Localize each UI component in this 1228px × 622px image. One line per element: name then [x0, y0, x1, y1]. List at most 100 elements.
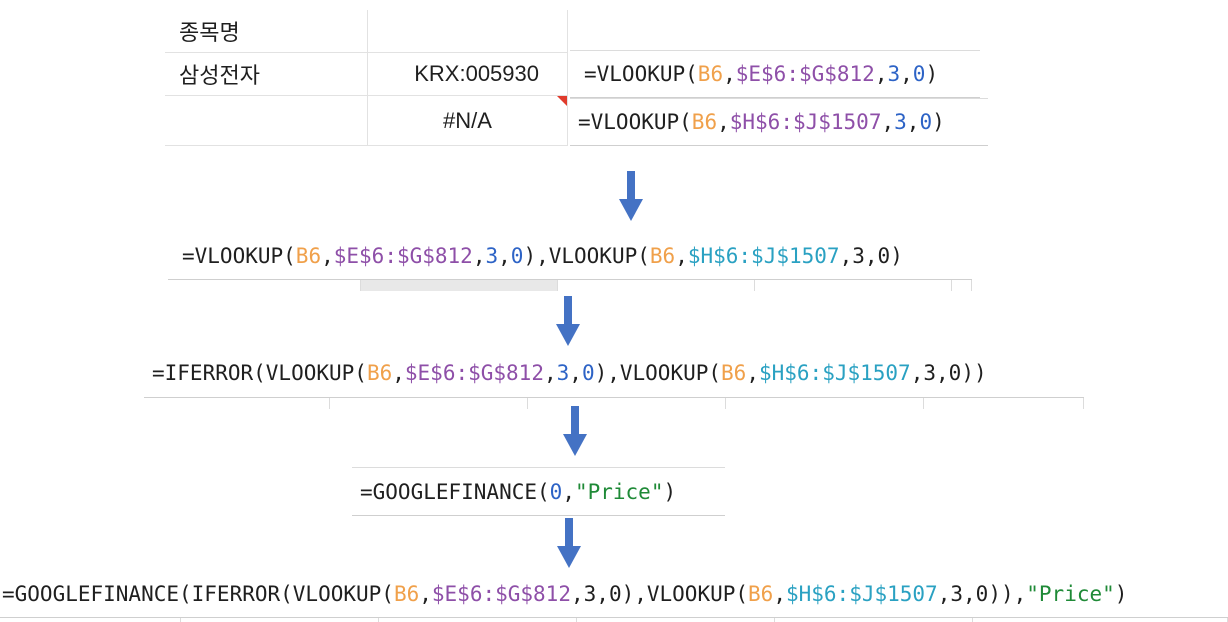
formula-bar-4[interactable]: =IFERROR(VLOOKUP(B6,$E$6:$G$812,3,0),VLO…	[144, 349, 1084, 397]
formula-token: )	[1114, 582, 1128, 606]
formula-token: ,	[596, 582, 609, 606]
arrow-down-icon	[619, 171, 643, 223]
header-cell-stock-name[interactable]: 종목명	[165, 10, 368, 53]
formula-token: ,	[864, 244, 878, 268]
formula-token: B6	[649, 244, 676, 268]
formula-token: $H$6:$J$1507	[758, 361, 911, 385]
formula-bar-1[interactable]: =VLOOKUP(B6,$E$6:$G$812,3,0)	[570, 50, 980, 98]
formula-token: $H$6:$J$1507	[687, 244, 840, 268]
formula-token: B6	[691, 110, 718, 134]
stock-name-cell[interactable]: 삼성전자	[165, 53, 368, 96]
formula-text: =IFERROR(VLOOKUP(B6,$E$6:$G$812,3,0),VLO…	[152, 361, 987, 385]
formula-token: 0	[912, 62, 926, 86]
arrow-down-icon	[563, 406, 587, 458]
ticker-cell[interactable]: KRX:005930	[368, 53, 568, 96]
formula-token: ,	[723, 62, 736, 86]
formula-text: =VLOOKUP(B6,$H$6:$J$1507,3,0)	[578, 110, 945, 134]
formula-token: 0	[581, 361, 595, 385]
formula-token: ,	[717, 110, 730, 134]
formula-token: $E$6:$G$812	[735, 62, 875, 86]
formula-text: =GOOGLEFINANCE(0,"Price")	[360, 480, 676, 504]
arrow-down-icon	[557, 518, 581, 570]
formula-text: =GOOGLEFINANCE(IFERROR(VLOOKUP(B6,$E$6:$…	[2, 582, 1127, 606]
empty-cell[interactable]	[165, 96, 368, 146]
formula-bar-2[interactable]: =VLOOKUP(B6,$H$6:$J$1507,3,0)	[570, 98, 988, 146]
formula-token: ,	[570, 582, 584, 606]
formula-bar-6[interactable]: =GOOGLEFINANCE(IFERROR(VLOOKUP(B6,$E$6:$…	[0, 571, 1228, 617]
formula-token: ,	[839, 244, 853, 268]
formula-token: ),VLOOKUP(	[621, 582, 749, 606]
grid-strip	[0, 617, 1228, 622]
formula-token: $E$6:$G$812	[404, 361, 544, 385]
formula-token: ,	[937, 582, 951, 606]
formula-token: 0	[510, 244, 524, 268]
error-value: #N/A	[443, 107, 492, 133]
formula-token: ,	[881, 110, 895, 134]
formula-token: =IFERROR(VLOOKUP(	[152, 361, 367, 385]
formula-token: B6	[748, 582, 774, 606]
formula-token: 3	[950, 582, 964, 606]
formula-token: 3	[923, 361, 937, 385]
formula-token: 0	[975, 582, 989, 606]
formula-token: ))	[961, 361, 987, 385]
formula-token: 3	[583, 582, 597, 606]
formula-token: 0	[877, 244, 891, 268]
formula-token: ,	[321, 244, 334, 268]
formula-token: $H$6:$J$1507	[785, 582, 938, 606]
formula-token: =VLOOKUP(	[584, 62, 698, 86]
formula-token: )	[932, 110, 945, 134]
formula-bar-3[interactable]: =VLOOKUP(B6,$E$6:$G$812,3,0),VLOOKUP(B6,…	[168, 233, 972, 279]
formula-token: )),	[988, 582, 1027, 606]
arrow-down-icon	[556, 296, 580, 348]
formula-token: =GOOGLEFINANCE(	[360, 479, 550, 504]
formula-token: ,	[562, 479, 575, 504]
formula-token: ),VLOOKUP(	[594, 361, 722, 385]
formula-token: 0	[948, 361, 962, 385]
formula-token: $H$6:$J$1507	[729, 110, 882, 134]
formula-token: 0	[919, 110, 933, 134]
formula-token: ,	[419, 582, 432, 606]
formula-token: 0	[549, 479, 563, 504]
formula-token: ,	[936, 361, 949, 385]
formula-token: ,	[910, 361, 924, 385]
formula-token: ,	[900, 62, 913, 86]
formula-token: B6	[366, 361, 393, 385]
formula-token: =GOOGLEFINANCE(IFERROR(VLOOKUP(	[2, 582, 394, 606]
formula-token: B6	[697, 62, 724, 86]
formula-token: ,	[675, 244, 688, 268]
formula-token: )	[925, 62, 939, 86]
formula-token: ,	[874, 62, 888, 86]
formula-token: 3	[556, 361, 570, 385]
formula-token: 0	[608, 582, 622, 606]
formula-token: B6	[393, 582, 420, 606]
formula-token: B6	[295, 244, 322, 268]
formula-token: 3	[894, 110, 907, 134]
formula-token: ,	[498, 244, 511, 268]
formula-token: ,	[392, 361, 405, 385]
error-result-cell[interactable]: #N/A	[368, 96, 568, 146]
formula-token: $E$6:$G$812	[431, 582, 571, 606]
formula-bar-5[interactable]: =GOOGLEFINANCE(0,"Price")	[352, 467, 725, 516]
formula-text: =VLOOKUP(B6,$E$6:$G$812,3,0)	[584, 62, 938, 86]
formula-token: =VLOOKUP(	[578, 110, 692, 134]
formula-token: =VLOOKUP(	[182, 244, 296, 268]
formula-token: 3	[887, 62, 901, 86]
formula-token: ,	[906, 110, 920, 134]
formula-token: "Price"	[574, 479, 664, 504]
formula-token: )	[890, 244, 903, 268]
formula-token: ),VLOOKUP(	[523, 244, 650, 268]
formula-token: ,	[746, 361, 759, 385]
formula-token: ,	[543, 361, 557, 385]
grid-strip	[168, 279, 972, 291]
formula-token: 3	[485, 244, 499, 268]
formula-token: ,	[773, 582, 786, 606]
formula-token: "Price"	[1026, 582, 1115, 606]
grid-strip	[144, 397, 1084, 409]
formula-token: )	[663, 479, 677, 504]
formula-token: B6	[721, 361, 747, 385]
formula-token: ,	[472, 244, 486, 268]
spreadsheet-grid: 종목명 삼성전자 KRX:005930 #N/A	[165, 0, 570, 150]
empty-cell[interactable]	[368, 10, 568, 53]
formula-token: ,	[963, 582, 976, 606]
formula-token: ,	[569, 361, 582, 385]
